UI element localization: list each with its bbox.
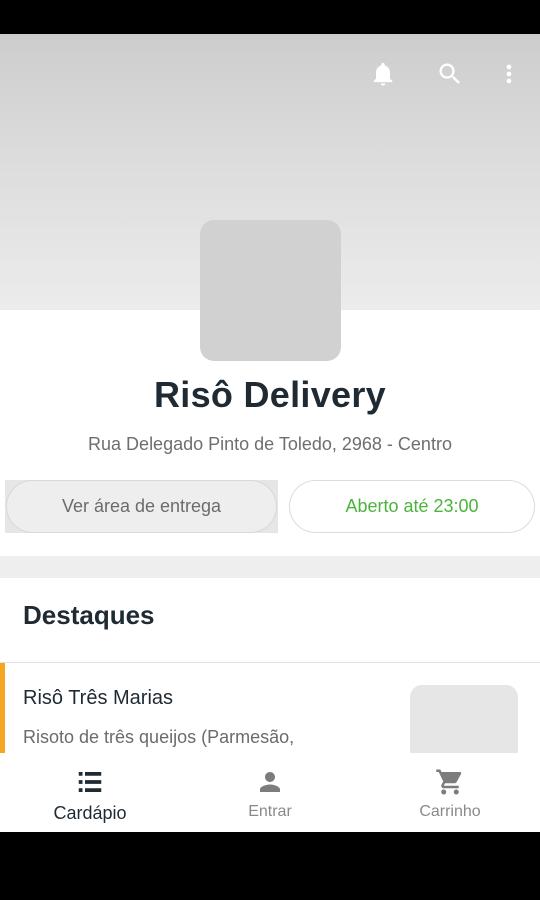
delivery-area-button[interactable]: Ver área de entrega [6,480,277,533]
system-navigation-bar [0,832,540,900]
product-name: Risô Três Marias [23,687,174,709]
bottom-navigation: Cardápio Entrar Carrinho [0,753,540,832]
status-bar [0,0,540,34]
store-logo [200,220,341,361]
search-icon[interactable] [432,56,468,92]
menu-list-icon [78,772,102,792]
product-item[interactable]: Risô Três Marias Risoto de três queijos … [0,663,540,775]
highlights-title: Destaques [23,600,155,630]
cart-icon [436,769,462,795]
product-accent-bar [0,663,5,763]
bell-icon[interactable] [365,56,401,92]
app-screen: Risô Delivery Rua Delegado Pinto de Tole… [0,34,540,832]
open-status-badge[interactable]: Aberto até 23:00 [289,480,535,533]
nav-label-cardapio: Cardápio [53,803,127,823]
nav-label-carrinho: Carrinho [419,803,481,820]
person-icon [260,772,280,792]
section-divider [0,556,540,578]
nav-item-entrar[interactable]: Entrar [180,753,360,832]
store-name: Risô Delivery [153,374,386,415]
nav-item-cardapio[interactable]: Cardápio [0,753,180,832]
product-description: Risoto de três queijos (Parmesão, [23,727,295,747]
store-address: Rua Delegado Pinto de Toledo, 2968 - Cen… [88,434,452,454]
nav-item-carrinho[interactable]: Carrinho [360,753,540,832]
more-vertical-icon[interactable] [491,56,527,92]
nav-label-entrar: Entrar [248,803,292,820]
